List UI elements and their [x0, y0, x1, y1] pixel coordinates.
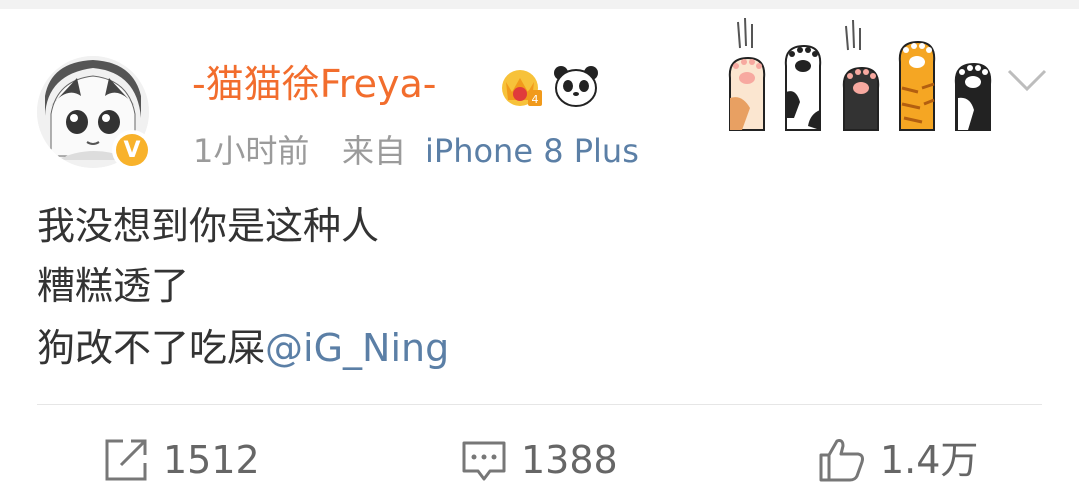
crown-badge-icon[interactable]: 4 [498, 64, 546, 108]
mention-link[interactable]: @iG_Ning [265, 326, 449, 370]
post-text-line-1: 我没想到你是这种人 [37, 204, 380, 248]
thumbs-up-icon [819, 439, 864, 482]
like-count: 1.4万 [880, 438, 979, 482]
repost-count: 1512 [163, 438, 260, 482]
cat-paws-icon [728, 18, 992, 131]
post-text-line-3: 狗改不了吃屎@iG_Ning [37, 323, 449, 373]
source-prefix: 来自 [342, 132, 407, 170]
post-time: 1小时前 [193, 132, 310, 170]
repost-icon [105, 439, 147, 481]
repost-button[interactable]: 1512 [103, 434, 260, 486]
comment-icon [462, 441, 506, 481]
divider [37, 404, 1042, 405]
verified-v-icon: V [112, 130, 152, 170]
source-device[interactable]: iPhone 8 Plus [425, 130, 639, 172]
username[interactable]: -猫猫徐Freya- [192, 60, 436, 108]
like-button[interactable]: 1.4万 [818, 434, 978, 486]
panda-icon [554, 66, 598, 107]
chevron-down-icon[interactable] [1003, 63, 1051, 97]
comment-count: 1388 [521, 438, 618, 482]
top-separator [0, 0, 1079, 9]
comment-button[interactable]: 1388 [461, 434, 618, 486]
svg-text:4: 4 [532, 93, 539, 106]
post-text-line-2: 糟糕透了 [37, 264, 190, 308]
post-text-line-3-body: 狗改不了吃屎 [37, 326, 266, 370]
